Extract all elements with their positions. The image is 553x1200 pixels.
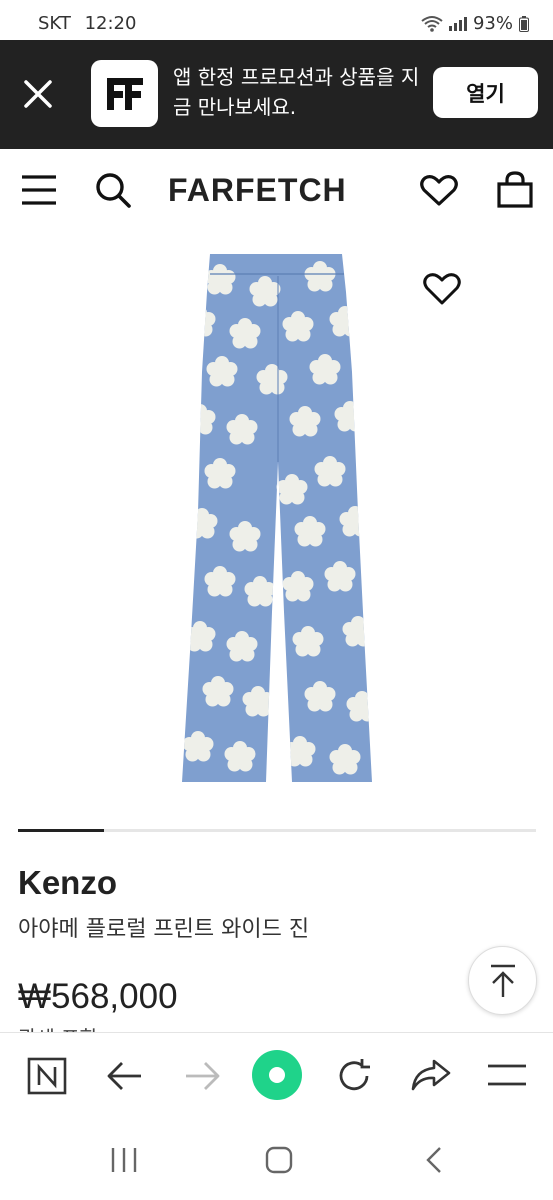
product-price: ₩568,000 [18, 977, 178, 1016]
brand-logo[interactable]: FARFETCH [168, 172, 347, 209]
home-dot-icon[interactable] [251, 1049, 303, 1101]
back-icon[interactable] [424, 1146, 444, 1174]
scroll-to-top-button[interactable] [468, 946, 537, 1015]
share-icon[interactable] [410, 1057, 452, 1093]
designer-name[interactable]: Kenzo [18, 864, 117, 902]
n-icon[interactable] [27, 1057, 67, 1095]
arrow-up-icon [490, 964, 515, 997]
menu-icon[interactable] [487, 1063, 527, 1087]
home-icon[interactable] [265, 1146, 293, 1174]
product-name: 아야메 플로럴 프린트 와이드 진 [18, 917, 310, 942]
app-install-banner: 앱 한정 프로모션과 상품을 지금 만나보세요. 열기 [0, 40, 553, 149]
recent-apps-icon[interactable] [110, 1146, 138, 1174]
battery-level: 93% [472, 13, 513, 34]
carrier: SKT [38, 13, 71, 34]
back-arrow-icon[interactable] [106, 1060, 144, 1092]
battery-icon [519, 15, 529, 32]
system-navigation-bar [0, 1120, 553, 1200]
close-icon[interactable] [22, 78, 54, 110]
status-bar: SKT 12:20 93% [0, 0, 553, 44]
refresh-icon[interactable] [335, 1057, 373, 1095]
search-icon[interactable] [94, 171, 132, 209]
signal-icon [448, 16, 467, 31]
product-image[interactable] [180, 252, 375, 787]
clock: 12:20 [84, 13, 137, 34]
wishlist-heart-icon[interactable] [420, 175, 458, 207]
image-gallery-progress-fill [18, 829, 104, 832]
add-to-wishlist-heart-icon[interactable] [423, 272, 461, 306]
wifi-icon [421, 15, 443, 32]
browser-toolbar [0, 1032, 553, 1120]
shopping-bag-icon[interactable] [496, 171, 534, 209]
forward-arrow-icon [186, 1062, 220, 1090]
open-app-button[interactable]: 열기 [433, 67, 538, 118]
farfetch-app-logo [91, 60, 158, 127]
price-subline: 관세 포함 [18, 1022, 98, 1032]
image-gallery-progress [18, 829, 536, 832]
hamburger-menu-icon[interactable] [21, 175, 57, 205]
banner-message: 앱 한정 프로모션과 상품을 지금 만나보세요. [173, 65, 420, 119]
